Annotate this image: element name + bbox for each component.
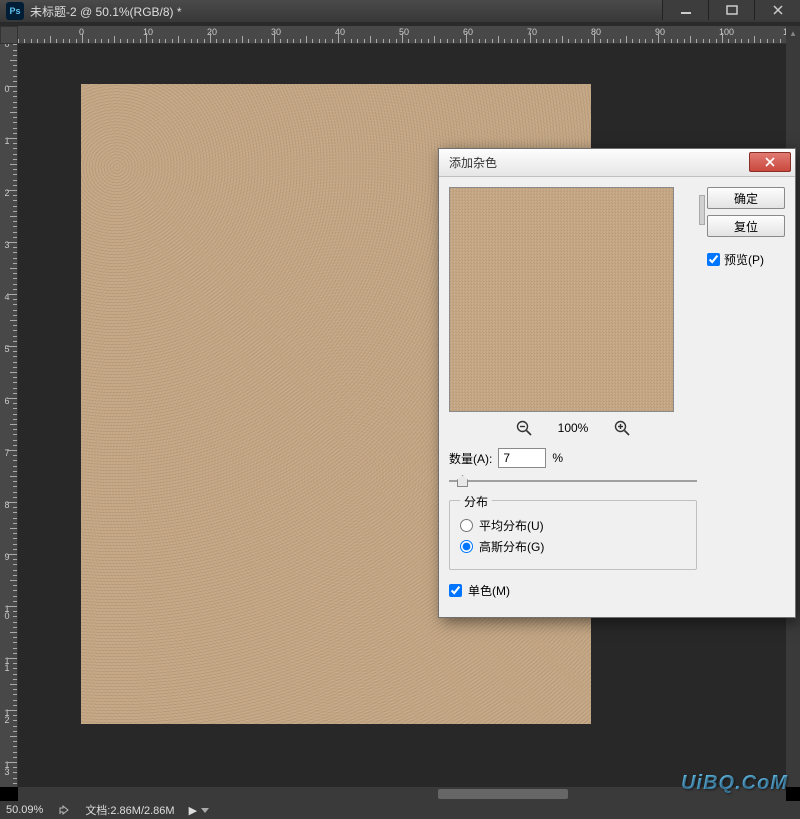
status-zoom: 50.09%	[6, 804, 43, 816]
status-bar: 50.09% 文档:2.86M/2.86M ▶	[0, 801, 800, 819]
status-menu-icon[interactable]: ▶	[189, 804, 209, 817]
zoom-value: 100%	[558, 421, 589, 435]
minimize-button[interactable]	[662, 0, 708, 20]
monochrome-option[interactable]: 单色(M)	[449, 582, 697, 599]
amount-unit: %	[552, 451, 563, 465]
document-title: 未标题-2 @ 50.1%(RGB/8) *	[30, 3, 182, 20]
preview-area[interactable]	[449, 187, 674, 412]
slider-handle[interactable]	[457, 475, 468, 487]
scroll-up-icon[interactable]: ▴	[786, 26, 800, 40]
preview-option[interactable]: 预览(P)	[707, 251, 785, 268]
ruler-horizontal[interactable]: 0102030405060708090100110	[18, 26, 786, 44]
scrollbar-horizontal[interactable]	[18, 787, 786, 801]
preview-checkbox[interactable]	[707, 253, 720, 266]
uniform-radio[interactable]	[460, 519, 473, 532]
maximize-button[interactable]	[708, 0, 754, 20]
app-icon: Ps	[6, 2, 24, 20]
gaussian-label: 高斯分布(G)	[479, 538, 544, 555]
window-controls	[662, 0, 800, 20]
gaussian-radio[interactable]	[460, 540, 473, 553]
uniform-option[interactable]: 平均分布(U)	[460, 517, 686, 534]
titlebar: Ps 未标题-2 @ 50.1%(RGB/8) *	[0, 0, 800, 22]
ok-button[interactable]: 确定	[707, 187, 785, 209]
dialog-close-button[interactable]	[749, 152, 791, 172]
preview-scroll[interactable]	[699, 187, 705, 412]
amount-input[interactable]	[498, 448, 546, 468]
amount-slider[interactable]	[449, 472, 697, 490]
ruler-corner	[0, 26, 18, 44]
share-icon[interactable]	[57, 803, 71, 817]
scroll-thumb[interactable]	[438, 789, 568, 799]
preview-label: 预览(P)	[724, 251, 764, 268]
dialog-title: 添加杂色	[449, 154, 497, 171]
ruler-vertical[interactable]: 10012345678910111213	[0, 44, 18, 787]
status-docsize: 文档:2.86M/2.86M	[85, 802, 174, 818]
zoom-out-icon[interactable]	[516, 420, 532, 436]
reset-button[interactable]: 复位	[707, 215, 785, 237]
dialog-titlebar[interactable]: 添加杂色	[439, 149, 795, 177]
monochrome-checkbox[interactable]	[449, 584, 462, 597]
amount-label: 数量(A):	[449, 450, 492, 467]
preview-noise	[450, 188, 673, 411]
zoom-in-icon[interactable]	[614, 420, 630, 436]
close-button[interactable]	[754, 0, 800, 20]
monochrome-label: 单色(M)	[468, 582, 510, 599]
distribution-legend: 分布	[460, 493, 492, 510]
distribution-group: 分布 平均分布(U) 高斯分布(G)	[449, 500, 697, 570]
gaussian-option[interactable]: 高斯分布(G)	[460, 538, 686, 555]
add-noise-dialog: 添加杂色 100% 数量(A): % 分布	[438, 148, 796, 618]
uniform-label: 平均分布(U)	[479, 517, 544, 534]
watermark: UiBQ.CoM	[681, 772, 788, 795]
